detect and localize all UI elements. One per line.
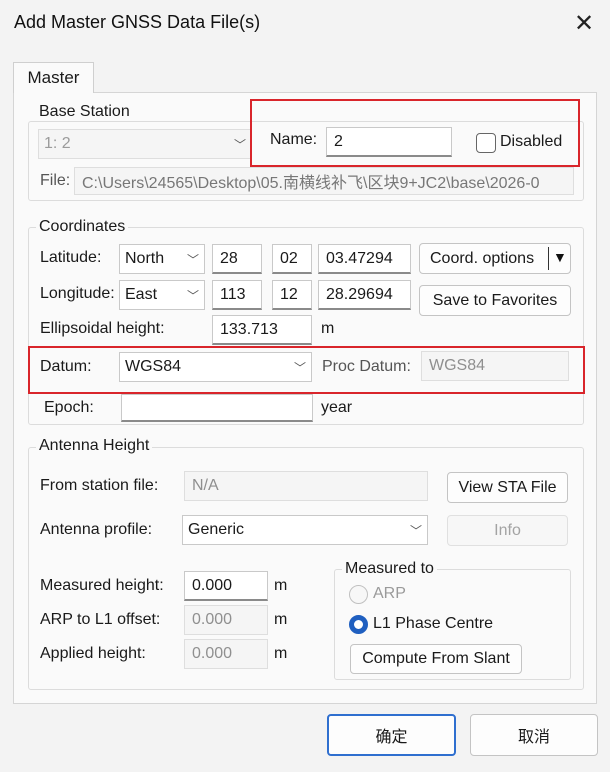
measured-height-label: Measured height: [40, 577, 164, 594]
epoch-field[interactable] [121, 394, 313, 422]
compute-from-slant-button[interactable]: Compute From Slant [350, 644, 522, 674]
chevron-down-icon: ﹀ [293, 360, 306, 375]
epoch-label: Epoch: [44, 399, 94, 416]
antenna-height-legend: Antenna Height [36, 437, 153, 455]
ellipsoidal-height-label: Ellipsoidal height: [40, 320, 165, 337]
info-button[interactable]: Info [447, 515, 568, 546]
disabled-label: Disabled [500, 133, 563, 150]
chevron-down-icon: ﹀ [409, 523, 422, 538]
applied-height-field[interactable]: 0.000 [184, 639, 268, 669]
split-divider [548, 247, 549, 270]
longitude-degrees-field[interactable]: 113 [212, 280, 262, 310]
measured-height-field[interactable]: 0.000 [184, 571, 268, 601]
arp-radio-label: ARP [373, 585, 406, 602]
dropdown-arrow-icon[interactable]: ▼ [553, 249, 567, 265]
measured-to-legend: Measured to [342, 560, 437, 578]
l1-phase-centre-label: L1 Phase Centre [373, 615, 494, 632]
epoch-unit-label: year [321, 399, 353, 416]
arp-offset-field[interactable]: 0.000 [184, 605, 268, 635]
antenna-profile-label: Antenna profile: [40, 521, 153, 538]
name-field[interactable]: 2 [326, 127, 452, 157]
cancel-button[interactable]: 取消 [470, 714, 598, 756]
longitude-label: Longitude: [40, 285, 115, 302]
station-select[interactable]: 1: 2 ﹀ [38, 129, 252, 159]
arp-radio[interactable] [349, 585, 368, 604]
close-icon[interactable]: ✕ [566, 6, 602, 40]
latitude-degrees-field[interactable]: 28 [212, 244, 262, 274]
coordinates-legend: Coordinates [36, 218, 129, 236]
chevron-down-icon: ﹀ [186, 288, 199, 303]
file-path-field[interactable]: C:\Users\24565\Desktop\05.南横线补飞\区块9+JC2\… [74, 167, 574, 195]
proc-datum-label: Proc Datum: [322, 358, 411, 375]
from-station-field[interactable]: N/A [184, 471, 428, 501]
chevron-down-icon: ﹀ [186, 252, 199, 267]
chevron-down-icon: ﹀ [233, 137, 246, 152]
latitude-hemisphere-select[interactable]: North ﹀ [119, 244, 205, 274]
applied-height-label: Applied height: [40, 645, 146, 662]
disabled-checkbox[interactable] [476, 133, 496, 153]
file-label: File: [40, 172, 71, 189]
coord-options-button[interactable]: Coord. options ▼ [419, 243, 571, 274]
l1-phase-centre-radio[interactable] [349, 615, 368, 634]
arp-offset-unit-label: m [274, 611, 288, 628]
applied-unit-label: m [274, 645, 288, 662]
from-station-label: From station file: [40, 477, 159, 494]
proc-datum-field[interactable]: WGS84 [421, 351, 569, 381]
name-label: Name: [270, 131, 318, 148]
view-sta-file-button[interactable]: View STA File [447, 472, 568, 503]
base-station-legend: Base Station [36, 103, 133, 121]
window-title: Add Master GNSS Data File(s) [14, 12, 261, 32]
latitude-minutes-field[interactable]: 02 [272, 244, 312, 274]
measured-unit-label: m [274, 577, 288, 594]
longitude-hemisphere-select[interactable]: East ﹀ [119, 280, 205, 310]
longitude-minutes-field[interactable]: 12 [272, 280, 312, 310]
longitude-seconds-field[interactable]: 28.29694 [318, 280, 411, 310]
ok-button[interactable]: 确定 [327, 714, 456, 756]
latitude-label: Latitude: [40, 249, 102, 266]
save-to-favorites-button[interactable]: Save to Favorites [419, 285, 571, 316]
height-unit-label: m [321, 320, 335, 337]
datum-label: Datum: [40, 358, 92, 375]
ellipsoidal-height-field[interactable]: 133.713 [212, 315, 312, 345]
tab-master[interactable]: Master [13, 62, 94, 93]
latitude-seconds-field[interactable]: 03.47294 [318, 244, 411, 274]
antenna-profile-select[interactable]: Generic ﹀ [182, 515, 428, 545]
arp-offset-label: ARP to L1 offset: [40, 611, 161, 628]
datum-select[interactable]: WGS84 ﹀ [119, 352, 312, 382]
